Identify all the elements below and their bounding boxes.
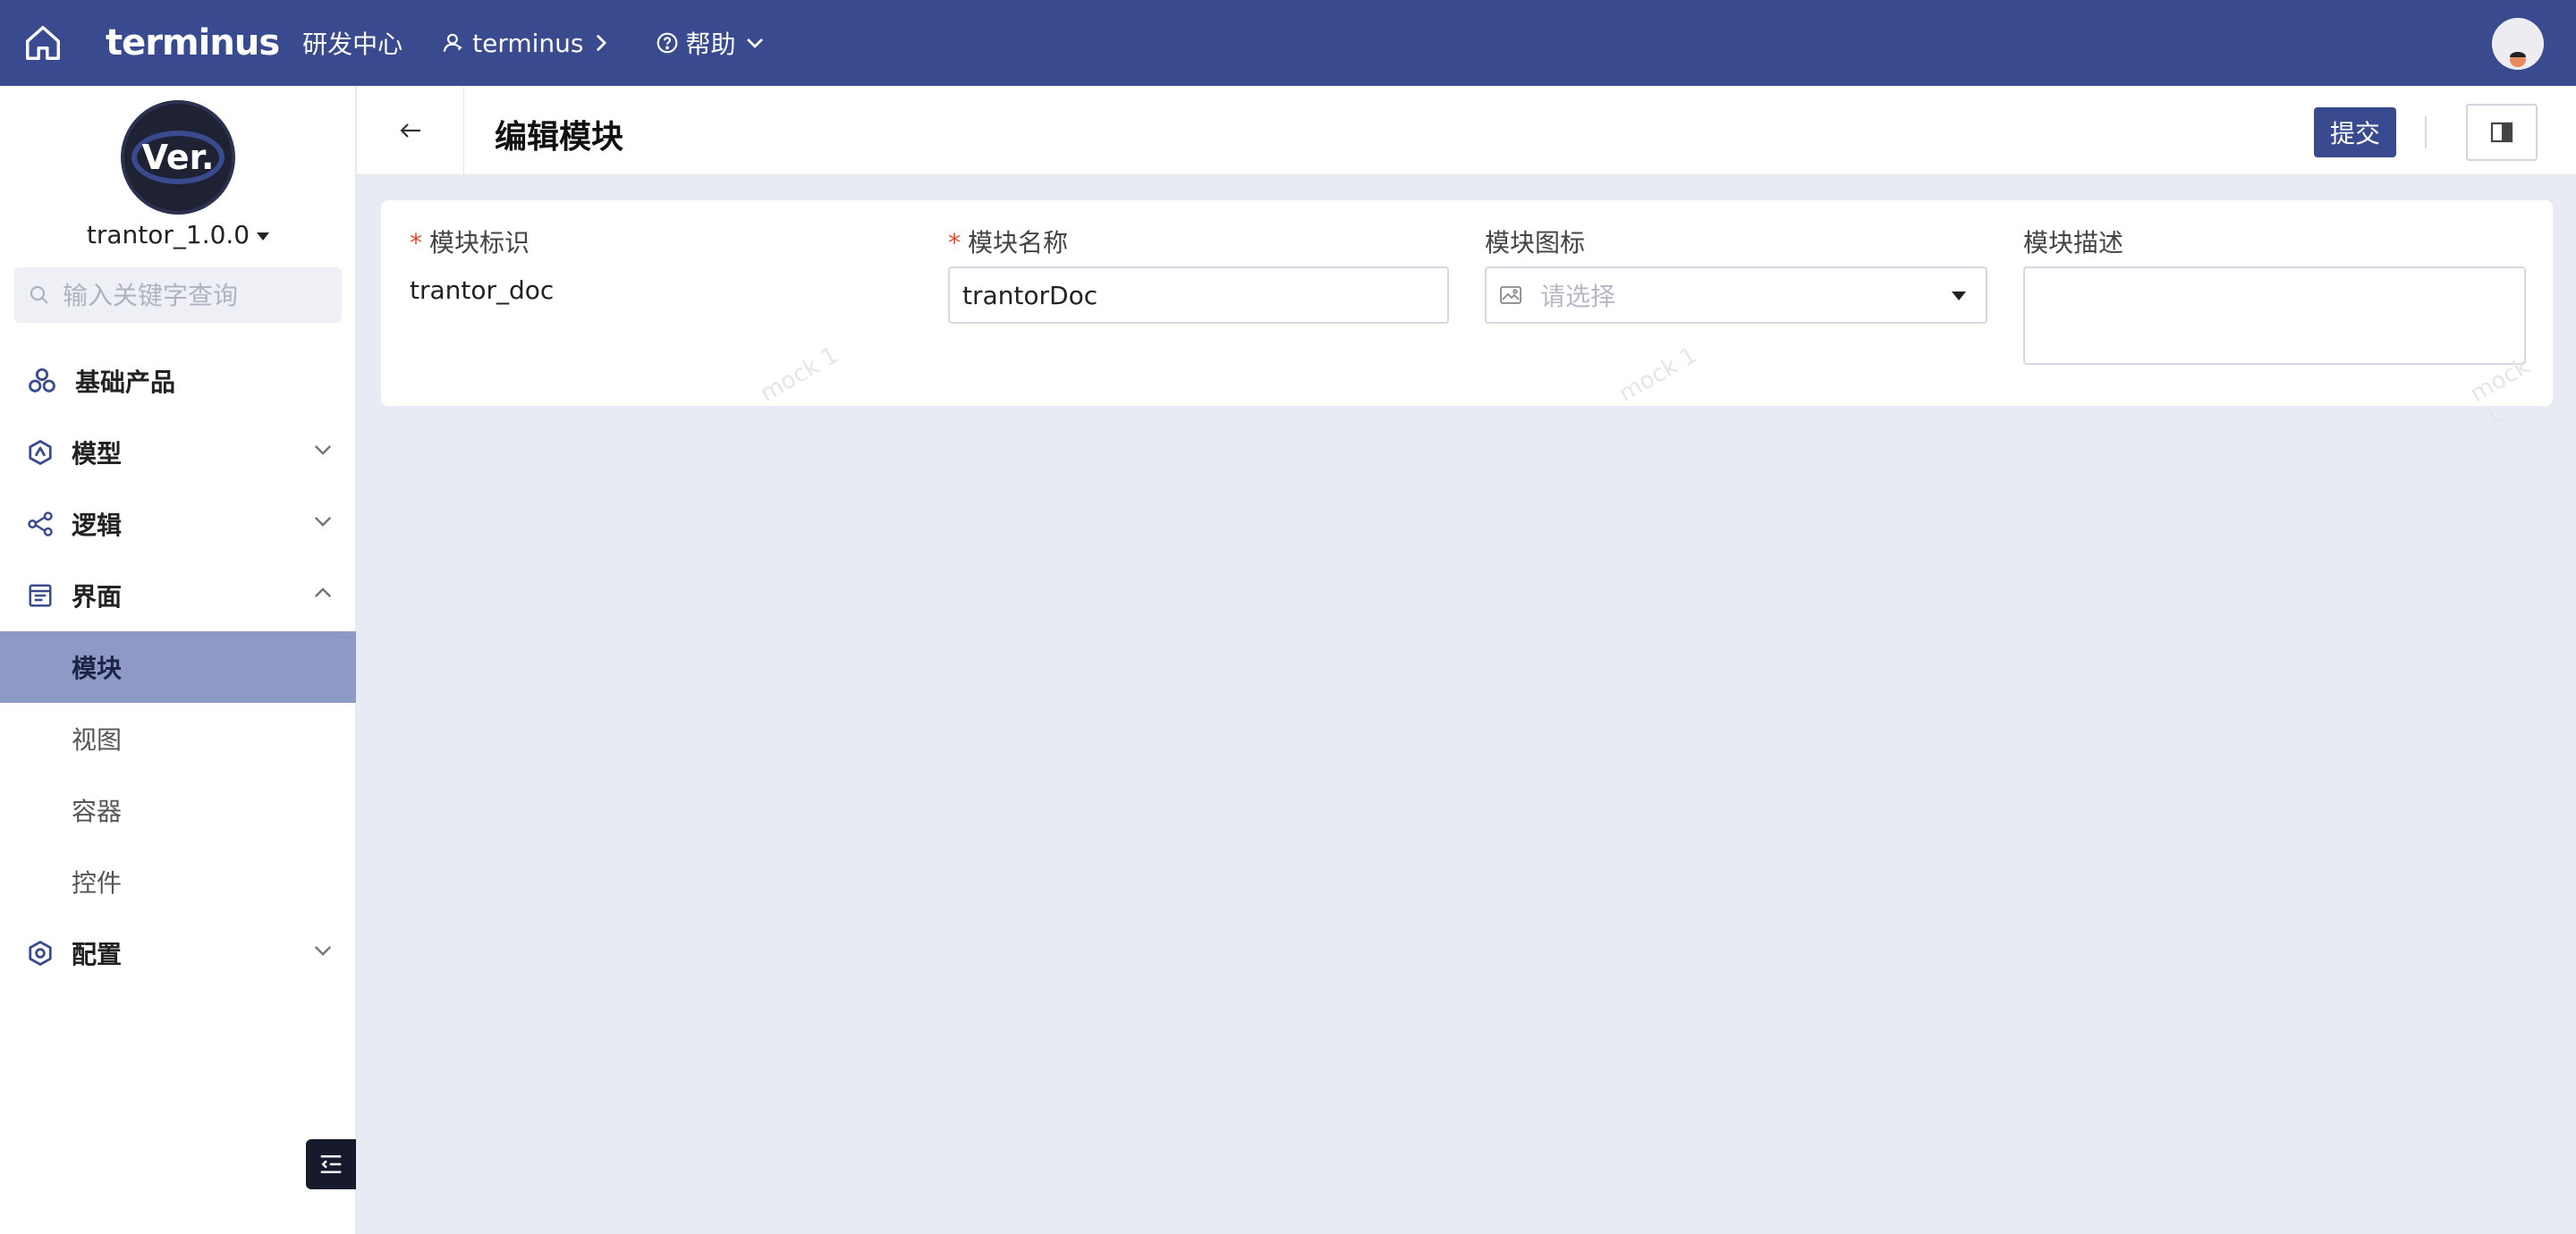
- chevron-down-icon: [746, 38, 763, 48]
- watermark: mock 1: [755, 342, 843, 408]
- model-hexagon-icon: [29, 440, 52, 465]
- flow-icon: [28, 511, 53, 537]
- version-logo: Ver.: [121, 100, 235, 215]
- sidebar-nav: 基础产品 模型 逻辑 界面 模块 视图 容器 控件 配置: [0, 345, 356, 989]
- avatar-icon: [2492, 18, 2544, 70]
- sidebar-subitem-container[interactable]: 容器: [0, 774, 356, 846]
- toggle-panel-button[interactable]: [2466, 104, 2538, 161]
- center-title[interactable]: 研发中心: [302, 25, 402, 61]
- tenant-switcher[interactable]: terminus: [442, 29, 615, 58]
- back-button[interactable]: [357, 86, 464, 175]
- terminus-logo[interactable]: terminus: [106, 22, 280, 63]
- sidebar-subitem-view[interactable]: 视图: [0, 703, 356, 774]
- module-desc-field: 模块描述: [2023, 224, 2526, 365]
- module-desc-textarea[interactable]: [2023, 266, 2526, 365]
- sidebar-item-label: 模型: [72, 439, 123, 469]
- layout-icon: [29, 584, 52, 607]
- image-icon: [1500, 286, 1521, 304]
- dropdown-arrow-icon: [1952, 292, 1966, 300]
- chevron-down-icon: [314, 516, 332, 527]
- version-logo-text: Ver.: [141, 138, 215, 177]
- chevron-down-icon: [314, 945, 332, 956]
- module-key-value: trantor_doc: [410, 275, 555, 305]
- module-form-card: *模块标识 trantor_doc *模块名称 模块图标 请选择 模块描述 mo…: [381, 200, 2553, 431]
- help-label: 帮助: [685, 30, 736, 59]
- arrow-left-icon: [399, 123, 420, 138]
- settings-hexagon-icon: [29, 941, 52, 966]
- user-icon: [443, 33, 462, 53]
- sidebar-item-model[interactable]: 模型: [0, 417, 356, 488]
- search-input[interactable]: [63, 280, 331, 310]
- top-nav-bar: terminus 研发中心 terminus 帮助: [0, 0, 2576, 86]
- header-divider: [2425, 116, 2427, 148]
- sidebar-search: [14, 267, 342, 323]
- home-button[interactable]: [0, 0, 86, 86]
- module-name-label: * 模块名称: [948, 228, 1069, 258]
- sidebar-item-label: 配置: [72, 940, 123, 969]
- collapse-menu-icon: [320, 1155, 342, 1173]
- chevron-down-icon: [314, 444, 332, 455]
- submit-button[interactable]: 提交: [2314, 107, 2396, 157]
- version-selector[interactable]: trantor_1.0.0: [0, 220, 356, 249]
- cubes-icon: [29, 368, 55, 393]
- sidebar: Ver. trantor_1.0.0 基础产品 模型 逻辑 界面 模块 视图 容…: [0, 86, 356, 1234]
- sidebar-item-label: 界面: [72, 582, 123, 612]
- sidebar-item-config[interactable]: 配置: [0, 917, 356, 989]
- collapse-sidebar-button[interactable]: [306, 1139, 356, 1189]
- module-name-input[interactable]: [948, 266, 1449, 324]
- sidebar-item-logic[interactable]: 逻辑: [0, 488, 356, 560]
- help-menu[interactable]: 帮助: [656, 25, 772, 61]
- sidebar-item-ui[interactable]: 界面: [0, 560, 356, 631]
- module-key-label: * 模块标识: [410, 228, 530, 258]
- module-name-field: * 模块名称: [948, 224, 1449, 324]
- watermark: mock 1: [1614, 342, 1702, 408]
- side-panel-icon: [2490, 122, 2513, 143]
- module-icon-select[interactable]: 请选择: [1485, 266, 1987, 324]
- brand: terminus 研发中心: [106, 22, 402, 63]
- module-desc-label: 模块描述: [2023, 228, 2124, 258]
- home-icon: [26, 26, 60, 60]
- sidebar-item-label: 基础产品: [75, 368, 176, 397]
- sidebar-item-base-products[interactable]: 基础产品: [0, 345, 356, 417]
- module-icon-field: 模块图标 请选择: [1485, 224, 1987, 324]
- sidebar-subitem-module[interactable]: 模块: [0, 631, 356, 703]
- chevron-up-icon: [314, 587, 332, 598]
- page-header: 编辑模块 提交: [357, 86, 2576, 175]
- required-mark: *: [948, 228, 961, 258]
- user-avatar[interactable]: [2492, 18, 2544, 70]
- tenant-name: terminus: [472, 28, 584, 58]
- sidebar-item-label: 逻辑: [72, 511, 123, 540]
- sidebar-subitem-widget[interactable]: 控件: [0, 846, 356, 917]
- module-icon-label: 模块图标: [1485, 228, 1586, 258]
- module-key-field: * 模块标识 trantor_doc: [410, 224, 554, 305]
- help-circle-icon: [657, 32, 677, 54]
- required-mark: *: [410, 228, 422, 258]
- caret-down-icon: [257, 232, 270, 241]
- search-icon: [30, 285, 48, 304]
- chevron-right-icon: [596, 34, 606, 52]
- version-label: trantor_1.0.0: [86, 220, 250, 249]
- select-placeholder: 请选择: [1540, 282, 1616, 311]
- page-title: 编辑模块: [495, 119, 624, 156]
